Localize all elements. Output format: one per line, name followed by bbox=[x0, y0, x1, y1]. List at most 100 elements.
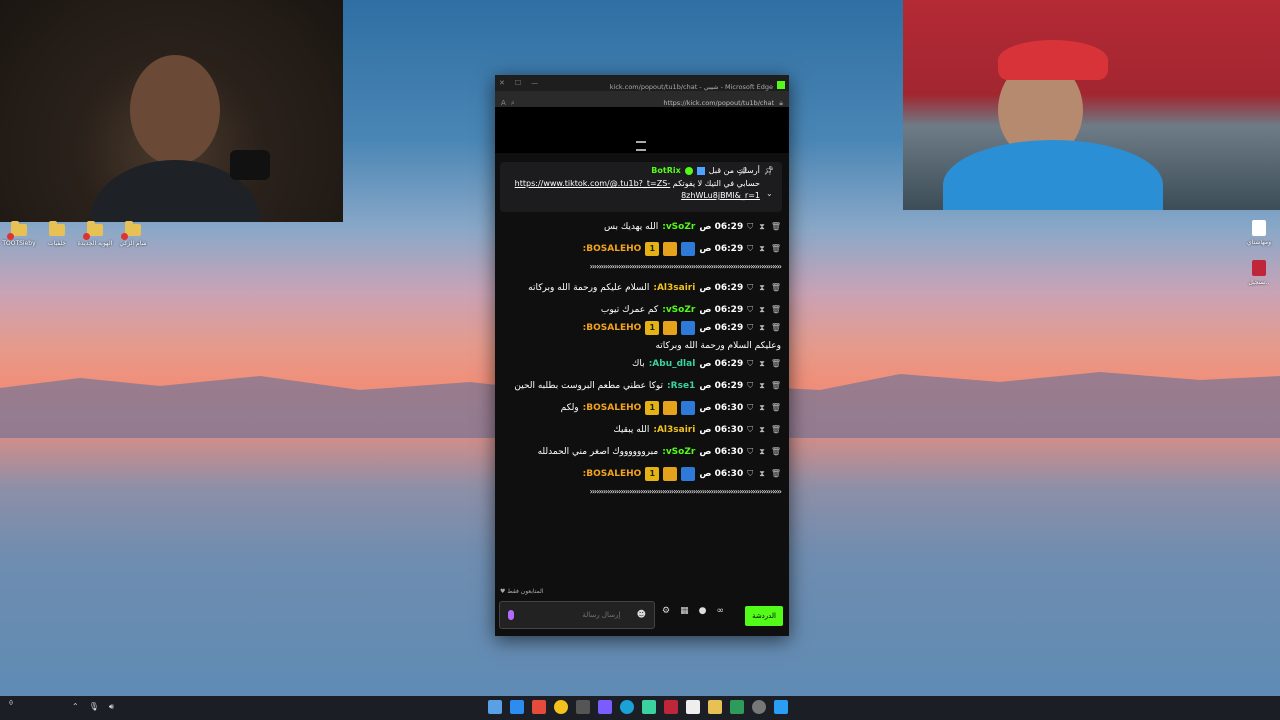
app-icon[interactable] bbox=[510, 700, 524, 714]
app-icon[interactable] bbox=[664, 700, 678, 714]
message-input[interactable] bbox=[528, 610, 623, 620]
infinity-icon[interactable]: ∞ bbox=[716, 606, 724, 616]
chat-username[interactable]: vSoZr: bbox=[662, 220, 695, 234]
minimize-icon[interactable]: — bbox=[531, 79, 538, 87]
chat-username[interactable]: vSoZr: bbox=[662, 445, 695, 459]
message-input-box[interactable]: ☻ bbox=[499, 601, 655, 629]
chat-text: الله يهديك بس bbox=[603, 222, 659, 232]
chat-messages: 🗑︎ ⧗ ⛉ 06:29 ص vSoZr: الله يهديك بس 🗑︎ ⧗ ⛉ 06:29 … bbox=[495, 216, 789, 581]
chat-username[interactable]: Rse1: bbox=[667, 379, 695, 393]
emoji-icon[interactable]: ☻ bbox=[637, 610, 646, 620]
timeout-icon[interactable]: ⧗ bbox=[759, 357, 765, 371]
timeout-icon[interactable]: ⧗ bbox=[759, 303, 765, 317]
desktop-file-icon[interactable]: ومهاشتاي bbox=[1244, 220, 1274, 246]
app-icon[interactable] bbox=[642, 700, 656, 714]
timeout-icon[interactable]: ⧗ bbox=[759, 321, 765, 335]
timeout-icon[interactable]: ⧗ bbox=[759, 401, 765, 415]
shield-icon[interactable]: ⛉ bbox=[747, 379, 753, 393]
close-icon[interactable]: ✕ bbox=[499, 79, 505, 87]
app-icon[interactable] bbox=[532, 700, 546, 714]
volume-icon[interactable]: 🔊︎ bbox=[109, 702, 114, 712]
shield-icon[interactable]: ⛉ bbox=[747, 401, 753, 415]
lock-icon: 🔒︎ bbox=[779, 98, 783, 107]
settings-icon[interactable]: ⚙ bbox=[662, 606, 670, 616]
chat-username[interactable]: BOSALEHO: bbox=[583, 467, 642, 481]
timeout-icon[interactable]: ⧗ bbox=[759, 281, 765, 295]
desktop-folder-icon[interactable]: TOOTSieby bbox=[2, 221, 36, 247]
chat-username[interactable]: BOSALEHO: bbox=[583, 321, 642, 335]
shield-icon[interactable]: ⛉ bbox=[747, 303, 753, 317]
app-icon[interactable] bbox=[730, 700, 744, 714]
timeout-icon[interactable]: ⧗ bbox=[759, 445, 765, 459]
delete-icon[interactable]: 🗑︎ bbox=[771, 357, 781, 371]
chat-username[interactable]: Abu_dlal: bbox=[649, 357, 696, 371]
delete-icon[interactable]: 🗑︎ bbox=[771, 321, 781, 335]
microphone-icon[interactable] bbox=[508, 610, 515, 620]
timeout-icon[interactable]: ⧗ bbox=[759, 242, 765, 256]
folder-icon[interactable] bbox=[708, 700, 722, 714]
timeout-icon[interactable]: ⧗ bbox=[759, 220, 765, 234]
message-tools: 🗑︎ ⧗ ⛉ bbox=[747, 379, 781, 393]
delete-icon[interactable]: 🗑︎ bbox=[771, 423, 781, 437]
app-icon[interactable] bbox=[598, 700, 612, 714]
chat-button[interactable]: الدردشة bbox=[745, 606, 783, 626]
expand-tray-icon[interactable]: ⌃ bbox=[72, 702, 79, 712]
maximize-icon[interactable]: ☐ bbox=[515, 79, 521, 87]
timeout-icon[interactable]: ⧗ bbox=[759, 423, 765, 437]
delete-icon[interactable]: 🗑︎ bbox=[771, 220, 781, 234]
shield-icon[interactable]: ⛉ bbox=[747, 445, 753, 459]
users-icon[interactable]: ● bbox=[699, 606, 707, 616]
timeout-icon[interactable]: ⧗ bbox=[759, 467, 765, 481]
bot-name[interactable]: BotRix bbox=[651, 166, 680, 175]
chat-username[interactable]: vSoZr: bbox=[662, 303, 695, 317]
shield-icon[interactable]: ⛉ bbox=[747, 467, 753, 481]
timeout-icon[interactable]: ⧗ bbox=[759, 379, 765, 393]
shield-icon[interactable]: ⛉ bbox=[747, 220, 753, 234]
moderator-badge-icon bbox=[681, 467, 696, 481]
store-icon[interactable]: ▦ bbox=[680, 606, 689, 616]
shield-icon[interactable]: ⛉ bbox=[747, 423, 753, 437]
zoom-icon[interactable]: ⌕ bbox=[511, 99, 515, 107]
shield-icon[interactable]: ⛉ bbox=[747, 242, 753, 256]
chat-username[interactable]: BOSALEHO: bbox=[583, 401, 642, 415]
delete-icon[interactable]: 🗑︎ bbox=[771, 467, 781, 481]
calendar-icon[interactable] bbox=[686, 700, 700, 714]
delete-icon[interactable]: 🗑︎ bbox=[771, 445, 781, 459]
chat-username[interactable]: BOSALEHO: bbox=[583, 242, 642, 256]
url-text[interactable]: https://kick.com/popout/tu1b/chat bbox=[663, 99, 774, 107]
edge-icon[interactable] bbox=[620, 700, 634, 714]
streamer-figure bbox=[130, 55, 220, 165]
chat-username[interactable]: Al3sairi: bbox=[653, 281, 695, 295]
delete-icon[interactable]: 🗑︎ bbox=[771, 379, 781, 393]
delete-icon[interactable]: 🗑︎ bbox=[771, 303, 781, 317]
delete-icon[interactable]: 🗑︎ bbox=[771, 281, 781, 295]
more-options-icon[interactable]: ⋮ bbox=[766, 167, 774, 176]
chat-username[interactable]: Al3sairi: bbox=[653, 423, 695, 437]
search-icon[interactable] bbox=[752, 700, 766, 714]
windows-start-icon[interactable] bbox=[774, 700, 788, 714]
app-icon[interactable] bbox=[576, 700, 590, 714]
chat-message: 🗑︎ ⧗ ⛉ 06:29 ص Rse1: توكا عطني مطعم البروست ب… bbox=[503, 375, 781, 397]
delete-icon[interactable]: 🗑︎ bbox=[771, 401, 781, 415]
system-tray: ⌃ 🎙︎ 🔊︎ bbox=[72, 702, 114, 712]
microphone-tray-icon[interactable]: 🎙︎ bbox=[89, 702, 99, 712]
delete-icon[interactable]: 🗑︎ bbox=[771, 242, 781, 256]
taskbar-clock[interactable]: ⌚︎ bbox=[8, 700, 14, 707]
read-aloud-icon[interactable]: A bbox=[501, 99, 506, 107]
shield-icon[interactable]: ⛉ bbox=[747, 281, 753, 295]
subscriber-badge-icon: 1 bbox=[645, 321, 660, 335]
address-bar[interactable]: A ⌕ https://kick.com/popout/tu1b/chat 🔒︎ bbox=[495, 91, 789, 107]
chat-text: باك bbox=[632, 359, 645, 369]
desktop-folder-icon[interactable]: خلفيات bbox=[42, 221, 72, 247]
desktop-app-icon[interactable]: تسجيل.. bbox=[1244, 260, 1274, 286]
desktop-folder-icon[interactable]: شام الزكي bbox=[118, 221, 148, 247]
unpin-icon[interactable]: 📌︎ bbox=[738, 167, 748, 176]
shield-icon[interactable]: ⛉ bbox=[747, 357, 753, 371]
chrome-icon[interactable] bbox=[554, 700, 568, 714]
chevron-down-icon[interactable]: ⌄ bbox=[766, 189, 773, 198]
app-icon[interactable] bbox=[488, 700, 502, 714]
drag-handle-icon[interactable] bbox=[636, 141, 646, 151]
desktop-folder-icon[interactable]: الهوية الجديدة bbox=[78, 221, 112, 247]
bot-badge-icon bbox=[684, 166, 693, 175]
shield-icon[interactable]: ⛉ bbox=[747, 321, 753, 335]
